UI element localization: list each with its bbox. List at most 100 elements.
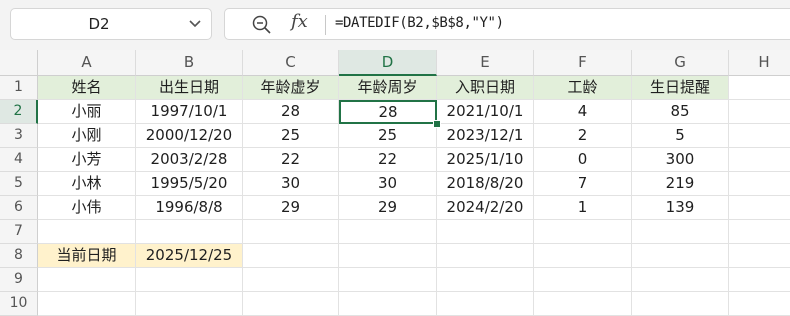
- cell-g10[interactable]: [632, 292, 729, 316]
- formula-input[interactable]: =DATEDIF(B2,$B$8,"Y"): [335, 15, 504, 31]
- cell-g6[interactable]: 139: [632, 196, 729, 220]
- cell-h5[interactable]: [729, 172, 790, 196]
- cell-b9[interactable]: [136, 268, 243, 292]
- cell-c1[interactable]: 年龄虚岁: [243, 76, 339, 100]
- column-header-d[interactable]: D: [339, 50, 437, 76]
- column-header-g[interactable]: G: [632, 50, 729, 76]
- cell-d3[interactable]: 25: [339, 124, 437, 148]
- column-header-f[interactable]: F: [534, 50, 632, 76]
- cell-a1[interactable]: 姓名: [38, 76, 136, 100]
- cell-g8[interactable]: [632, 244, 729, 268]
- row-header-3[interactable]: 3: [0, 124, 38, 148]
- row-header-8[interactable]: 8: [0, 244, 38, 268]
- cell-b10[interactable]: [136, 292, 243, 316]
- cell-f9[interactable]: [534, 268, 632, 292]
- cell-g3[interactable]: 5: [632, 124, 729, 148]
- cell-d1[interactable]: 年龄周岁: [339, 76, 437, 100]
- row-header-4[interactable]: 4: [0, 148, 38, 172]
- cell-f8[interactable]: [534, 244, 632, 268]
- function-icon[interactable]: fx: [291, 11, 308, 32]
- cell-f1[interactable]: 工龄: [534, 76, 632, 100]
- cell-c9[interactable]: [243, 268, 339, 292]
- cell-a2[interactable]: 小丽: [38, 100, 136, 124]
- cell-h1[interactable]: [729, 76, 790, 100]
- cell-e1[interactable]: 入职日期: [437, 76, 534, 100]
- cell-b6[interactable]: 1996/8/8: [136, 196, 243, 220]
- cell-g4[interactable]: 300: [632, 148, 729, 172]
- cell-c6[interactable]: 29: [243, 196, 339, 220]
- cell-d8[interactable]: [339, 244, 437, 268]
- fill-handle[interactable]: [433, 120, 441, 128]
- cell-g9[interactable]: [632, 268, 729, 292]
- column-header-b[interactable]: B: [136, 50, 243, 76]
- cell-g2[interactable]: 85: [632, 100, 729, 124]
- cell-h10[interactable]: [729, 292, 790, 316]
- cell-a5[interactable]: 小林: [38, 172, 136, 196]
- chevron-down-icon[interactable]: [187, 15, 203, 33]
- cell-e9[interactable]: [437, 268, 534, 292]
- row-header-10[interactable]: 10: [0, 292, 38, 316]
- column-header-h[interactable]: H: [729, 50, 790, 76]
- select-all-corner[interactable]: [0, 50, 38, 76]
- cell-a9[interactable]: [38, 268, 136, 292]
- cell-h8[interactable]: [729, 244, 790, 268]
- cell-c4[interactable]: 22: [243, 148, 339, 172]
- cell-f4[interactable]: 0: [534, 148, 632, 172]
- row-header-5[interactable]: 5: [0, 172, 38, 196]
- cell-f10[interactable]: [534, 292, 632, 316]
- name-box[interactable]: D2: [10, 8, 212, 40]
- cell-f5[interactable]: 7: [534, 172, 632, 196]
- cell-g7[interactable]: [632, 220, 729, 244]
- cell-d6[interactable]: 29: [339, 196, 437, 220]
- cell-f3[interactable]: 2: [534, 124, 632, 148]
- cell-h6[interactable]: [729, 196, 790, 220]
- cell-f7[interactable]: [534, 220, 632, 244]
- cell-e10[interactable]: [437, 292, 534, 316]
- cell-a6[interactable]: 小伟: [38, 196, 136, 220]
- cell-h2[interactable]: [729, 100, 790, 124]
- cell-e6[interactable]: 2024/2/20: [437, 196, 534, 220]
- row-header-9[interactable]: 9: [0, 268, 38, 292]
- cell-a8[interactable]: 当前日期: [38, 244, 136, 268]
- cell-b7[interactable]: [136, 220, 243, 244]
- cell-b1[interactable]: 出生日期: [136, 76, 243, 100]
- cell-b3[interactable]: 2000/12/20: [136, 124, 243, 148]
- cell-c3[interactable]: 25: [243, 124, 339, 148]
- cell-a7[interactable]: [38, 220, 136, 244]
- cell-g1[interactable]: 生日提醒: [632, 76, 729, 100]
- cell-a10[interactable]: [38, 292, 136, 316]
- cell-e8[interactable]: [437, 244, 534, 268]
- cell-e4[interactable]: 2025/1/10: [437, 148, 534, 172]
- zoom-out-icon[interactable]: [251, 14, 273, 36]
- cell-h7[interactable]: [729, 220, 790, 244]
- column-header-e[interactable]: E: [437, 50, 534, 76]
- cell-f6[interactable]: 1: [534, 196, 632, 220]
- cell-a4[interactable]: 小芳: [38, 148, 136, 172]
- cell-d9[interactable]: [339, 268, 437, 292]
- cell-d7[interactable]: [339, 220, 437, 244]
- cell-b8[interactable]: 2025/12/25: [136, 244, 243, 268]
- row-header-7[interactable]: 7: [0, 220, 38, 244]
- cell-h4[interactable]: [729, 148, 790, 172]
- cell-c7[interactable]: [243, 220, 339, 244]
- cell-a3[interactable]: 小刚: [38, 124, 136, 148]
- column-header-c[interactable]: C: [243, 50, 339, 76]
- cell-e5[interactable]: 2018/8/20: [437, 172, 534, 196]
- cell-b4[interactable]: 2003/2/28: [136, 148, 243, 172]
- cell-h9[interactable]: [729, 268, 790, 292]
- row-header-6[interactable]: 6: [0, 196, 38, 220]
- cell-f2[interactable]: 4: [534, 100, 632, 124]
- cell-b2[interactable]: 1997/10/1: [136, 100, 243, 124]
- row-header-1[interactable]: 1: [0, 76, 38, 100]
- cell-d2[interactable]: 28: [339, 100, 437, 124]
- cell-e3[interactable]: 2023/12/1: [437, 124, 534, 148]
- cell-g5[interactable]: 219: [632, 172, 729, 196]
- cell-b5[interactable]: 1995/5/20: [136, 172, 243, 196]
- cell-d5[interactable]: 30: [339, 172, 437, 196]
- cell-c10[interactable]: [243, 292, 339, 316]
- cell-c2[interactable]: 28: [243, 100, 339, 124]
- cell-c8[interactable]: [243, 244, 339, 268]
- cell-e7[interactable]: [437, 220, 534, 244]
- cell-e2[interactable]: 2021/10/1: [437, 100, 534, 124]
- cell-d10[interactable]: [339, 292, 437, 316]
